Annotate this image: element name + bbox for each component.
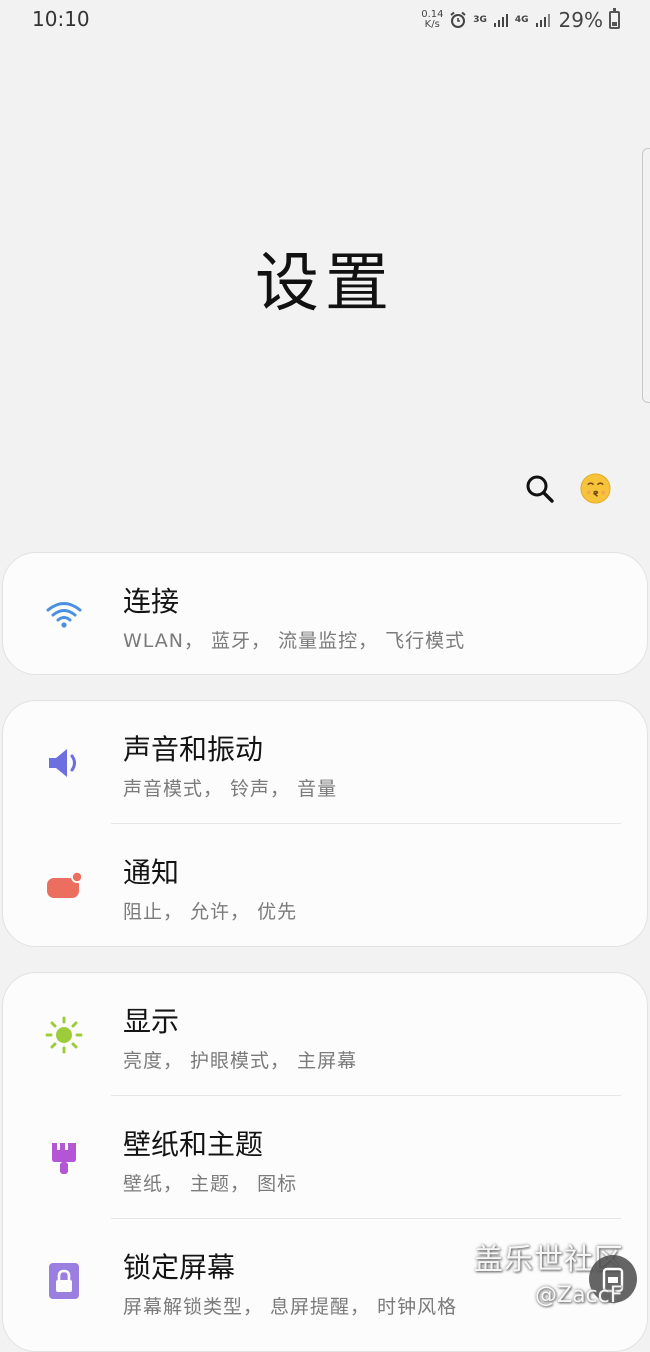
network-type-3g: 3G [473, 14, 487, 25]
settings-item-subtitle: 亮度， 护眼模式， 主屏幕 [123, 1050, 358, 1072]
settings-card-sound-notifications: 声音和振动 声音模式， 铃声， 音量 通知 阻止， 允许， 优先 [2, 700, 648, 947]
settings-item-subtitle: WLAN， 蓝牙， 流量监控， 飞行模式 [123, 630, 466, 652]
battery-percentage: 29% [558, 8, 603, 32]
sun-icon [45, 1016, 83, 1054]
settings-card-connections: 连接 WLAN， 蓝牙， 流量监控， 飞行模式 [2, 552, 648, 675]
signal-icon [493, 14, 508, 27]
signal-icon [535, 14, 550, 27]
notification-icon [47, 871, 83, 898]
settings-item-subtitle: 屏幕解锁类型， 息屏提醒， 时钟风格 [123, 1296, 458, 1318]
settings-item-connections[interactable]: 连接 WLAN， 蓝牙， 流量监控， 飞行模式 [3, 553, 647, 676]
battery-icon [609, 8, 620, 29]
settings-item-title: 锁定屏幕 [123, 1251, 236, 1284]
settings-item-title: 通知 [123, 856, 180, 889]
status-time: 10:10 [32, 7, 90, 31]
settings-item-display[interactable]: 显示 亮度， 护眼模式， 主屏幕 [3, 973, 647, 1096]
page-title: 设置 [255, 247, 395, 321]
watermark-user: @ZaccF [535, 1283, 623, 1308]
settings-item-title: 显示 [123, 1005, 180, 1038]
alarm-icon [450, 11, 466, 28]
wifi-icon [46, 602, 82, 628]
network-type-4g: 4G [514, 14, 529, 25]
lock-icon [49, 1263, 79, 1299]
speaker-icon [49, 749, 76, 777]
search-icon[interactable] [524, 473, 556, 505]
network-speed: 0.14 K/s [421, 9, 444, 30]
settings-item-sound[interactable]: 声音和振动 声音模式， 铃声， 音量 [3, 701, 647, 824]
settings-item-notifications[interactable]: 通知 阻止， 允许， 优先 [3, 824, 647, 947]
status-bar: 10:10 0.14 K/s 3G 4G 29% [0, 0, 650, 40]
settings-item-title: 连接 [123, 585, 180, 618]
paintbrush-icon [52, 1141, 76, 1174]
settings-item-subtitle: 壁纸， 主题， 图标 [123, 1173, 298, 1195]
settings-item-title: 声音和振动 [123, 733, 264, 766]
status-icons: 0.14 K/s 3G 4G 29% [421, 6, 620, 34]
emoji-avatar[interactable] [579, 472, 612, 505]
settings-item-title: 壁纸和主题 [123, 1128, 264, 1161]
settings-item-wallpaper-themes[interactable]: 壁纸和主题 壁纸， 主题， 图标 [3, 1096, 647, 1219]
settings-item-subtitle: 声音模式， 铃声， 音量 [123, 778, 338, 800]
settings-item-subtitle: 阻止， 允许， 优先 [123, 901, 298, 923]
